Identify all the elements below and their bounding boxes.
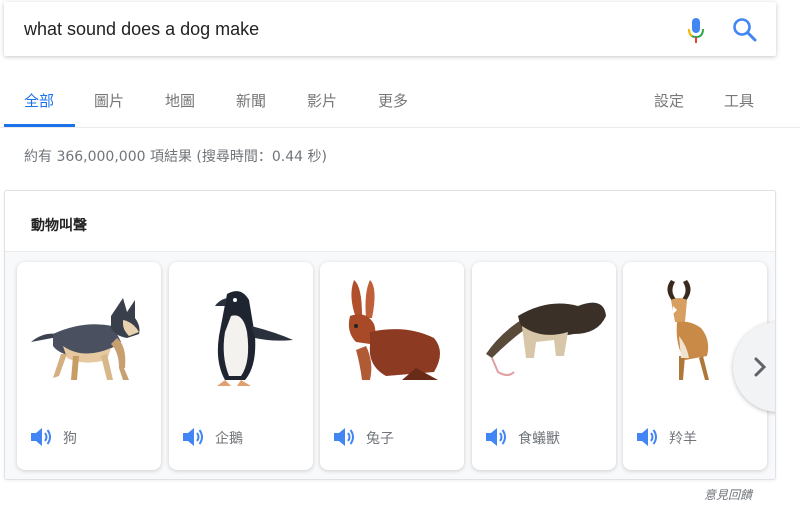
tab-news[interactable]: 新聞	[236, 90, 266, 111]
animal-name: 羚羊	[669, 431, 697, 447]
animal-name: 企鵝	[215, 431, 243, 447]
animal-card-rabbit[interactable]: 兔子	[320, 262, 464, 470]
animal-name: 兔子	[366, 431, 394, 447]
tab-images[interactable]: 圖片	[94, 90, 124, 111]
penguin-illustration	[215, 291, 293, 386]
tools-link[interactable]: 工具	[724, 90, 754, 111]
rabbit-illustration	[348, 280, 440, 380]
speaker-icon[interactable]	[484, 426, 508, 448]
microphone-icon[interactable]	[686, 17, 706, 45]
dog-illustration	[31, 298, 140, 380]
animal-card-anteater[interactable]: 食蟻獸	[472, 262, 616, 470]
chevron-right-icon	[754, 357, 767, 377]
tab-videos[interactable]: 影片	[307, 90, 337, 111]
feedback-link[interactable]: 意見回饋	[704, 486, 752, 503]
speaker-icon[interactable]	[635, 426, 659, 448]
speaker-icon[interactable]	[332, 426, 356, 448]
tab-all[interactable]: 全部	[24, 90, 54, 111]
search-tabs: 全部 圖片 地圖 新聞 影片 更多 設定 工具	[0, 72, 800, 128]
result-stats: 約有 366,000,000 項結果 (搜尋時間：0.44 秒)	[24, 149, 327, 165]
animal-sounds-panel: 動物叫聲 狗 企鵝 兔子 食蟻獸 羚羊	[4, 190, 776, 480]
animal-card-dog[interactable]: 狗	[17, 262, 161, 470]
animal-name: 狗	[63, 431, 77, 447]
settings-link[interactable]: 設定	[654, 90, 684, 111]
tab-maps[interactable]: 地圖	[165, 90, 195, 111]
active-tab-indicator	[4, 124, 75, 127]
animal-carousel: 狗 企鵝 兔子 食蟻獸 羚羊	[5, 252, 775, 479]
tab-more[interactable]: 更多	[378, 90, 408, 111]
anteater-illustration	[486, 302, 606, 376]
panel-title: 動物叫聲	[31, 218, 87, 234]
speaker-icon[interactable]	[29, 426, 53, 448]
search-box[interactable]: what sound does a dog make	[4, 2, 776, 56]
animal-name: 食蟻獸	[518, 431, 560, 447]
animal-card-penguin[interactable]: 企鵝	[169, 262, 313, 470]
speaker-icon[interactable]	[181, 426, 205, 448]
search-input[interactable]: what sound does a dog make	[24, 19, 259, 40]
search-icon[interactable]	[732, 17, 758, 43]
